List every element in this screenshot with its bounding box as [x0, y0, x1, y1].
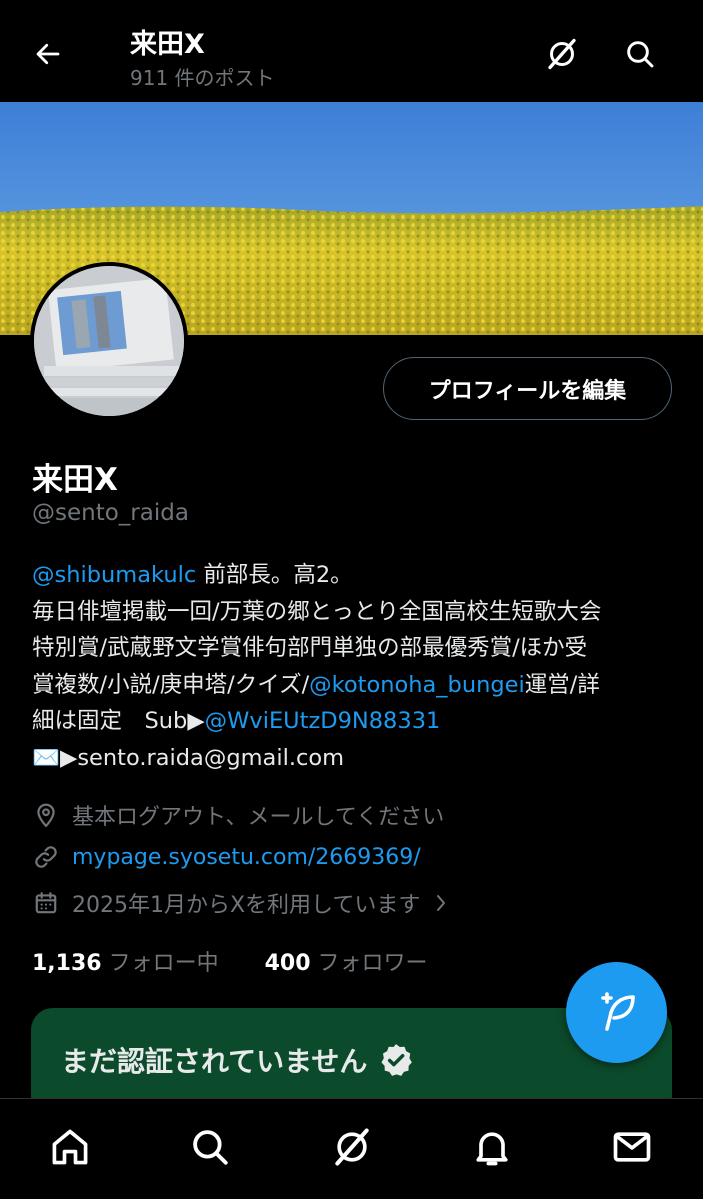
following-link[interactable]: 1,136 フォロー中: [32, 951, 219, 976]
edit-profile-button[interactable]: プロフィールを編集: [383, 357, 672, 420]
mention-link[interactable]: @kotonoha_bungei: [309, 672, 525, 698]
nav-grok[interactable]: [328, 1123, 376, 1171]
compose-icon: [600, 991, 635, 1031]
nav-home[interactable]: [46, 1123, 94, 1171]
nav-notifications[interactable]: [468, 1123, 516, 1171]
bio: @shibumakulc 前部長。高2。 毎日俳壇掲載一回/万葉の郷とっとり全国…: [32, 557, 682, 776]
grok-button[interactable]: [542, 34, 582, 74]
mention-link[interactable]: @shibumakulc: [32, 562, 196, 588]
joined-text: 2025年1月からXを利用しています: [72, 893, 421, 918]
bottom-navigation: [0, 1098, 703, 1199]
page-title: 来田X: [130, 29, 205, 60]
nav-search[interactable]: [186, 1123, 234, 1171]
calendar-icon: [32, 889, 60, 917]
bell-icon: [476, 1132, 508, 1166]
followers-link[interactable]: 400 フォロワー: [265, 951, 428, 976]
bio-line-4: 賞複数/小説/庚申塔/クイズ/@kotonoha_bungei運営/詳: [32, 671, 600, 698]
user-handle: @sento_raida: [32, 500, 189, 526]
back-button[interactable]: [28, 34, 68, 74]
search-icon: [193, 1130, 228, 1165]
mention-link[interactable]: @WviEUtzD9N88331: [205, 708, 441, 734]
bio-line-2: 毎日俳壇掲載一回/万葉の郷とっとり全国高校生短歌大会: [32, 598, 602, 625]
display-name: 来田X: [32, 462, 118, 498]
bio-line-6: ✉️▶sento.raida@gmail.com: [32, 744, 345, 771]
grok-icon: [335, 1128, 369, 1166]
search-icon: [627, 41, 654, 68]
location-pin-icon: [32, 801, 60, 829]
compose-button[interactable]: [566, 962, 667, 1063]
post-count: 911 件のポスト: [130, 66, 275, 90]
location-row: 基本ログアウト、メールしてください: [32, 799, 444, 831]
nav-messages[interactable]: [608, 1123, 656, 1171]
verification-title: まだ認証されていません: [61, 1040, 415, 1080]
verified-badge-icon: [381, 1044, 413, 1076]
link-icon: [32, 843, 60, 871]
grok-icon: [548, 38, 576, 70]
bio-line-1: @shibumakulc 前部長。高2。: [32, 562, 353, 588]
home-icon: [52, 1129, 88, 1165]
website-link[interactable]: mypage.syosetu.com/2669369/: [72, 845, 421, 870]
top-bar: 来田X 911 件のポスト: [0, 0, 703, 102]
location-text: 基本ログアウト、メールしてください: [72, 805, 445, 830]
website-row: mypage.syosetu.com/2669369/: [32, 843, 421, 871]
envelope-icon: [613, 1132, 651, 1162]
joined-row[interactable]: 2025年1月からXを利用しています: [32, 887, 450, 919]
follow-stats: 1,136 フォロー中 400 フォロワー: [32, 945, 428, 977]
arrow-left-icon: [36, 43, 60, 65]
avatar[interactable]: [30, 262, 188, 420]
chevron-right-icon: [432, 891, 450, 915]
bio-line-5: 細は固定 Sub▶@WviEUtzD9N88331: [32, 708, 441, 734]
bio-line-3: 特別賞/武蔵野文学賞俳句部門単独の部最優秀賞/ほか受: [32, 635, 588, 661]
search-button[interactable]: [620, 34, 660, 74]
